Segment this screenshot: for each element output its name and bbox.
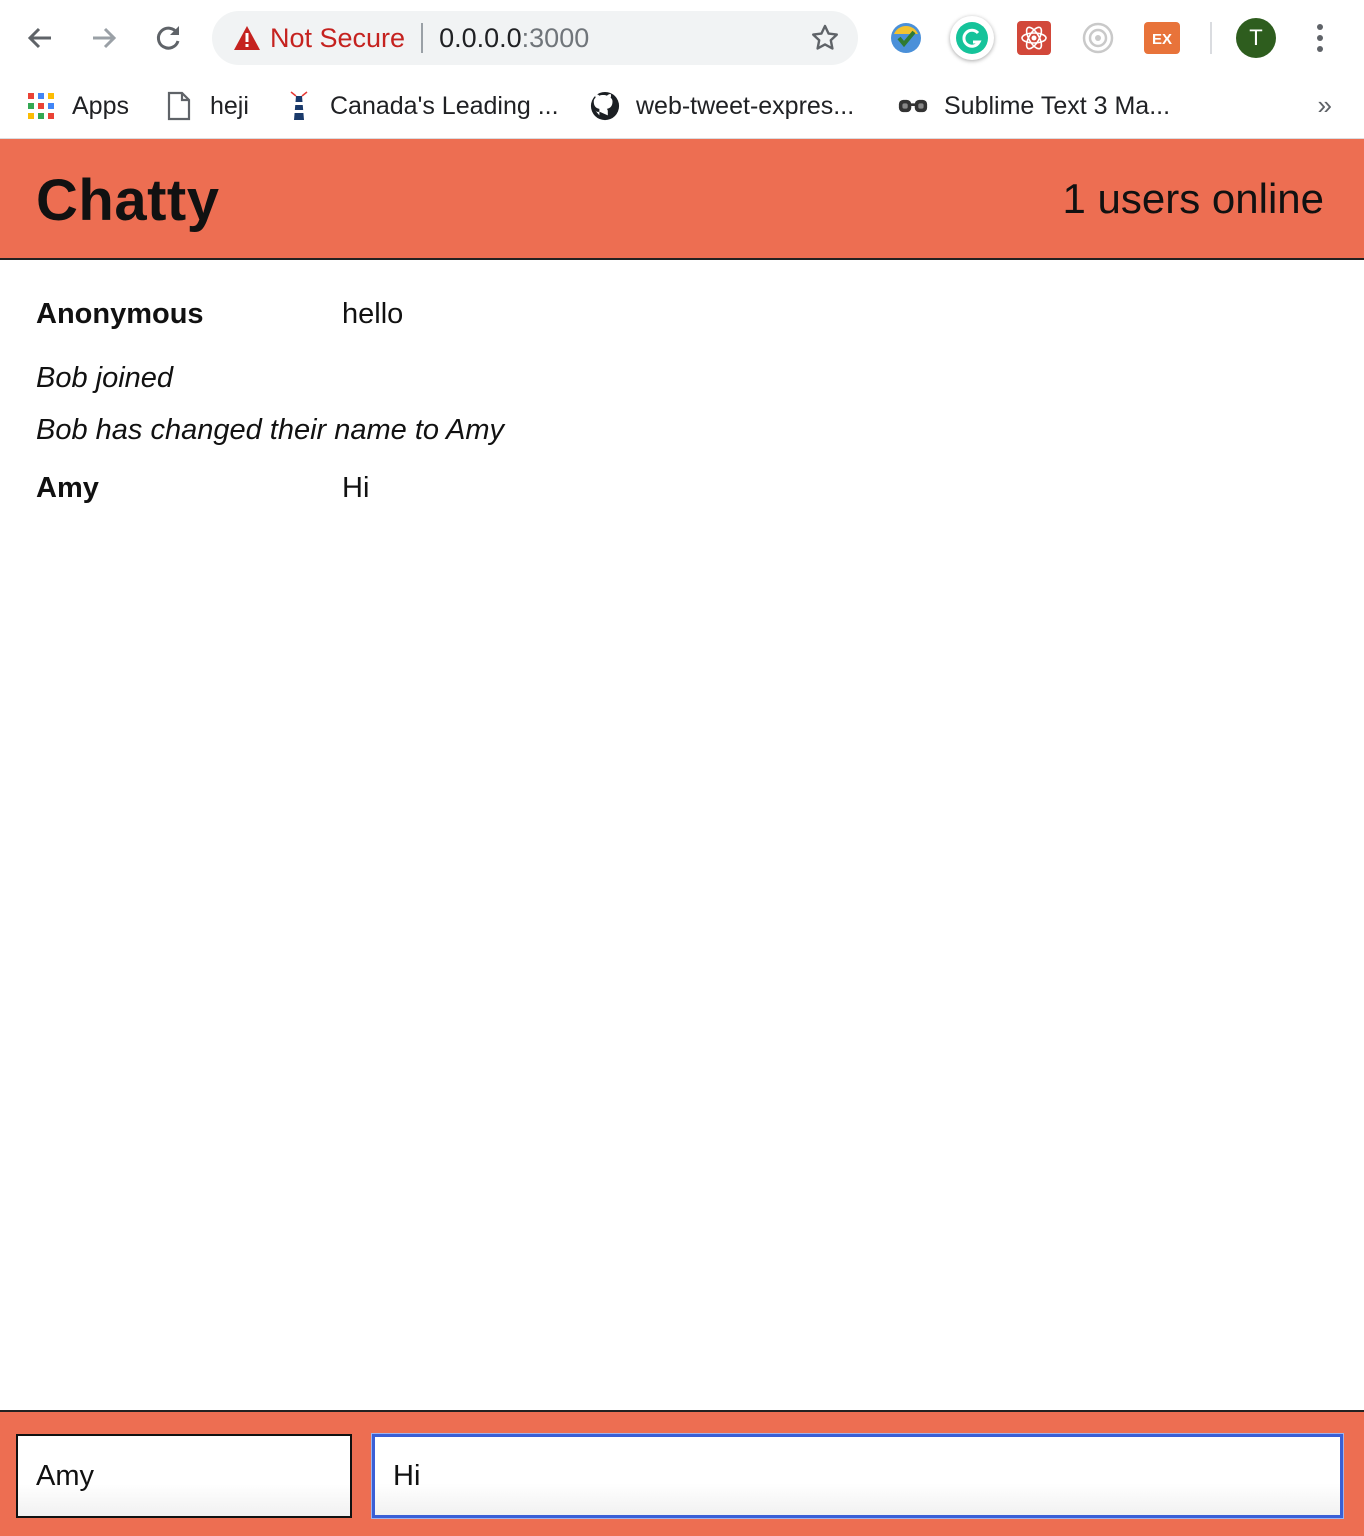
back-button[interactable] <box>16 14 64 62</box>
extension-shield-icon[interactable] <box>887 19 925 57</box>
bookmarks-overflow-chevron-icon[interactable]: » <box>1318 90 1332 121</box>
react-devtools-icon[interactable] <box>1015 19 1053 57</box>
bookmarks-bar: Apps heji Canada's Leading ... web-tweet… <box>0 76 1364 139</box>
omnibox-divider <box>421 23 424 53</box>
bookmark-label: Apps <box>72 91 129 120</box>
bookmark-label: Sublime Text 3 Ma... <box>944 91 1171 120</box>
url-port: :3000 <box>521 22 590 53</box>
message-content: hello <box>342 298 404 330</box>
username-input[interactable] <box>16 1434 352 1518</box>
bookmark-label: Canada's Leading ... <box>330 91 559 120</box>
grammarly-icon[interactable] <box>950 16 994 60</box>
bookmark-heji[interactable]: heji <box>164 86 249 126</box>
users-online-count: 1 users online <box>1062 175 1325 222</box>
back-arrow-icon <box>27 27 51 49</box>
bookmark-label: web-tweet-expres... <box>636 91 855 120</box>
profile-avatar[interactable]: T <box>1236 18 1276 58</box>
app-navbar: Chatty 1 users online <box>0 139 1364 260</box>
document-icon <box>164 91 194 121</box>
security-status[interactable]: Not Secure <box>270 23 405 54</box>
warning-triangle-icon <box>232 23 262 53</box>
lighthouse-icon <box>284 91 314 121</box>
system-notification: Bob has changed their name to Amy <box>36 414 505 446</box>
bookmark-label: heji <box>210 91 249 120</box>
reload-icon <box>156 26 180 50</box>
bookmark-canadas-leading[interactable]: Canada's Leading ... <box>284 86 559 126</box>
message-input[interactable] <box>372 1434 1343 1518</box>
message-list: Anonymous hello Bob joined Bob has chang… <box>36 290 1326 526</box>
github-icon <box>590 91 620 121</box>
apps-grid-icon <box>26 91 56 121</box>
browser-menu-icon[interactable] <box>1304 18 1336 58</box>
message-username: Amy <box>36 472 99 504</box>
message-item: Amy Hi <box>36 464 1326 526</box>
browser-toolbar: Not Secure 0.0.0.0:3000 EX T <box>0 0 1364 76</box>
message-item: Anonymous hello <box>36 290 1326 352</box>
svg-text:EX: EX <box>1152 31 1172 48</box>
forward-button[interactable] <box>80 14 128 62</box>
chat-bar <box>0 1410 1364 1536</box>
app-brand[interactable]: Chatty <box>36 167 219 234</box>
address-bar[interactable]: Not Secure 0.0.0.0:3000 <box>212 11 858 65</box>
bookmark-web-tweet[interactable]: web-tweet-expres... <box>590 86 854 126</box>
bookmark-star-icon[interactable] <box>810 23 840 53</box>
reload-button[interactable] <box>144 14 192 62</box>
toolbar-divider <box>1210 22 1212 54</box>
glasses-icon <box>898 91 928 121</box>
forward-arrow-icon <box>93 27 117 49</box>
target-extension-icon[interactable] <box>1079 19 1117 57</box>
message-username: Anonymous <box>36 298 204 330</box>
bookmark-apps[interactable]: Apps <box>26 86 129 126</box>
bookmark-sublime[interactable]: Sublime Text 3 Ma... <box>898 86 1170 126</box>
url-host: 0.0.0.0 <box>439 22 522 53</box>
system-notification: Bob joined <box>36 362 174 394</box>
message-content: Hi <box>342 472 370 504</box>
ex-extension-icon[interactable]: EX <box>1143 19 1181 57</box>
